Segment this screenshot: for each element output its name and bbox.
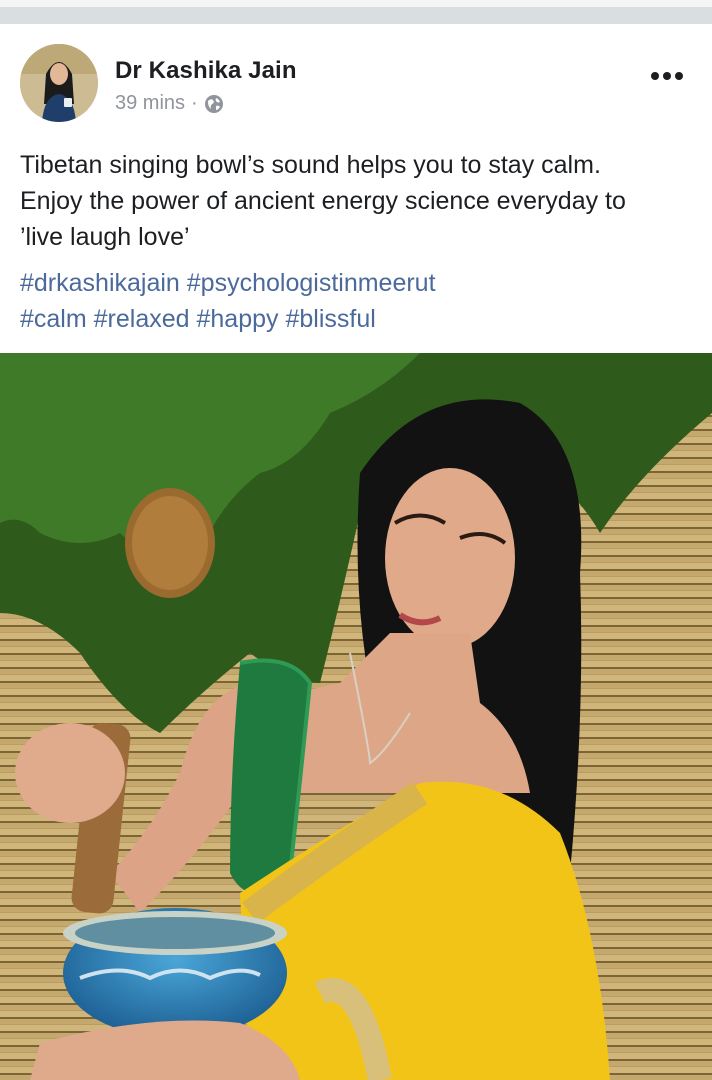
post-text-line: Enjoy the power of ancient energy scienc… [20,187,626,215]
more-options-icon[interactable] [650,68,684,84]
post-text: Tibetan singing bowl’s sound helps you t… [20,147,700,255]
globe-icon [204,94,224,114]
hashtag-link[interactable]: #drkashikajain [20,269,180,297]
post-text-line: ’live laugh love’ [20,223,190,251]
author-name[interactable]: Dr Kashika Jain [115,57,297,85]
post-text-line: Tibetan singing bowl’s sound helps you t… [20,151,601,179]
post-photo[interactable] [0,353,712,1080]
hashtags: #drkashikajain #psychologistinmeerut #ca… [20,265,700,337]
avatar[interactable] [20,44,98,122]
status-strip [0,0,712,7]
feed-separator [0,7,712,24]
post-meta: 39 mins · [115,92,224,115]
meta-separator: · [191,92,198,114]
post-card: Dr Kashika Jain 39 mins · Tibetan singin… [0,24,712,353]
hashtag-link[interactable]: #happy [197,305,279,333]
hashtag-link[interactable]: #calm [20,305,87,333]
hashtag-link[interactable]: #blissful [285,305,375,333]
post-time[interactable]: 39 mins [115,92,185,115]
hashtag-link[interactable]: #relaxed [94,305,190,333]
hashtag-link[interactable]: #psychologistinmeerut [187,269,436,297]
